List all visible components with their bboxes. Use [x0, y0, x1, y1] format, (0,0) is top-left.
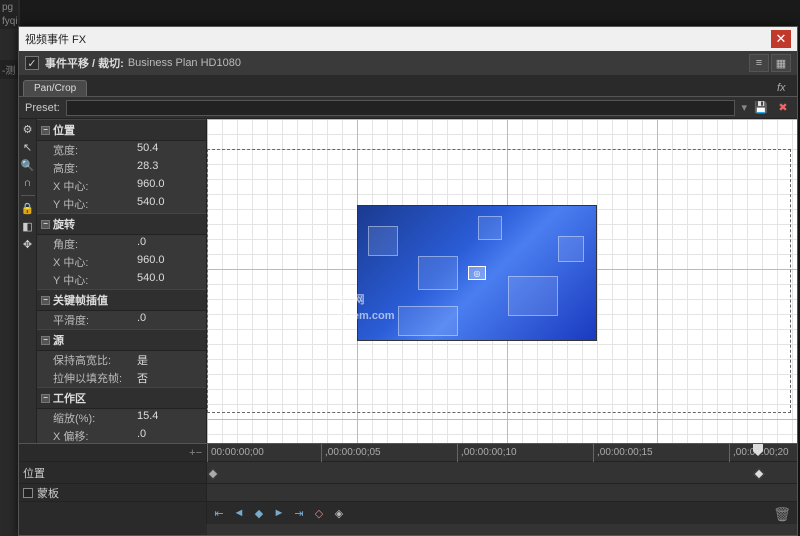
prop-stretch-fill[interactable]: 拉伸以填充帧:否 — [37, 369, 206, 387]
prop-y-center[interactable]: Y 中心:540.0 — [37, 195, 206, 213]
mask-checkbox[interactable] — [23, 488, 33, 498]
section-keyframe[interactable]: −关键帧插值 — [37, 289, 206, 311]
keyframe-icon[interactable] — [207, 469, 218, 480]
prop-width[interactable]: 宽度:50.4 — [37, 141, 206, 159]
video-event-fx-dialog: 视频事件 FX ✕ ✓ 事件平移 / 裁切: Business Plan HD1… — [18, 26, 798, 536]
close-button[interactable]: ✕ — [771, 30, 791, 48]
bg-file: fyqi — [0, 14, 18, 29]
timeline-ruler[interactable]: + − 00:00:00;00 ,00:00:00;05 ,00:00:00;1… — [19, 444, 797, 462]
tab-pan-crop[interactable]: Pan/Crop — [23, 80, 87, 96]
fx-chain-bar: ✓ 事件平移 / 裁切: Business Plan HD1080 ≡ ▦ — [19, 51, 797, 75]
bg-file: -测 — [0, 60, 18, 79]
track-body[interactable] — [207, 484, 797, 501]
prop-angle[interactable]: 角度:.0 — [37, 235, 206, 253]
timeline-scrollbar[interactable] — [19, 524, 797, 535]
main-area: ⚙ ↖ 🔍 ∩ 🔒 ◧ ✥ −位置 宽度:50.4 高度:28.3 X 中心:9… — [19, 119, 797, 443]
delete-preset-icon[interactable]: ✖ — [775, 100, 791, 116]
prop-x-center[interactable]: X 中心:960.0 — [37, 177, 206, 195]
last-keyframe-icon[interactable]: ⇥ — [291, 505, 307, 521]
fx-bypass-checkbox[interactable]: ✓ — [25, 56, 39, 70]
prop-keep-aspect[interactable]: 保持高宽比:是 — [37, 351, 206, 369]
track-header-position[interactable]: 位置 — [19, 462, 207, 483]
tick: ,00:00:00;05 — [321, 444, 381, 464]
settings-icon[interactable]: ⚙ — [20, 121, 36, 137]
add-keyframe-icon[interactable]: ◆ — [251, 505, 267, 521]
prev-keyframe-icon[interactable]: ◄ — [231, 505, 247, 521]
fx-chain-icon[interactable]: fx — [777, 82, 793, 96]
grid-view-icon[interactable]: ▦ — [771, 54, 791, 72]
save-preset-icon[interactable]: 💾 — [753, 100, 769, 116]
ruler-ticks[interactable]: 00:00:00;00 ,00:00:00;05 ,00:00:00;10 ,0… — [207, 444, 797, 461]
prop-x-offset[interactable]: X 偏移:.0 — [37, 427, 206, 443]
keyframe-timeline: + − 00:00:00;00 ,00:00:00;05 ,00:00:00;1… — [19, 443, 797, 535]
size-about-center-icon[interactable]: ◧ — [20, 218, 36, 234]
bg-file: pg — [0, 0, 18, 15]
prop-zoom[interactable]: 缩放(%):15.4 — [37, 409, 206, 427]
magnify-tool-icon[interactable]: 🔍 — [20, 157, 36, 173]
timeline-controls: ⇤ ◄ ◆ ► ⇥ ◇ ◈ — [19, 502, 797, 524]
tab-bar: Pan/Crop fx — [19, 75, 797, 97]
lock-aspect-icon[interactable]: 🔒 — [20, 200, 36, 216]
preset-bar: Preset: ▾ 💾 ✖ — [19, 97, 797, 119]
tick: ,00:00:00;15 — [593, 444, 653, 464]
keyframe-icon[interactable] — [753, 469, 764, 480]
tick: 00:00:00;00 — [207, 444, 264, 464]
track-position: 位置 — [19, 462, 797, 484]
tool-strip: ⚙ ↖ 🔍 ∩ 🔒 ◧ ✥ — [19, 119, 37, 443]
window-title: 视频事件 FX — [25, 31, 771, 47]
pointer-tool-icon[interactable]: ↖ — [20, 139, 36, 155]
background-app — [0, 0, 20, 536]
preset-label: Preset: — [25, 102, 60, 114]
section-rotation[interactable]: −旋转 — [37, 213, 206, 235]
delete-keyframe-icon[interactable]: ◇ — [311, 505, 327, 521]
section-source[interactable]: −源 — [37, 329, 206, 351]
fx-name: 事件平移 / 裁切: — [45, 55, 124, 71]
clip-name: Business Plan HD1080 — [128, 57, 241, 69]
zoom-out-icon[interactable]: − — [196, 447, 202, 459]
titlebar[interactable]: 视频事件 FX ✕ — [19, 27, 797, 51]
track-body[interactable] — [207, 462, 797, 483]
separator — [21, 195, 35, 196]
prop-smoothness[interactable]: 平滑度:.0 — [37, 311, 206, 329]
section-position[interactable]: −位置 — [37, 119, 206, 141]
track-header-mask[interactable]: 蒙板 — [19, 484, 207, 501]
prop-rot-x[interactable]: X 中心:960.0 — [37, 253, 206, 271]
track-mask: 蒙板 — [19, 484, 797, 502]
tick: ,00:00:00;10 — [457, 444, 517, 464]
list-view-icon[interactable]: ≡ — [749, 54, 769, 72]
preset-select[interactable] — [66, 100, 736, 116]
next-keyframe-icon[interactable]: ► — [271, 505, 287, 521]
sync-cursor-icon[interactable]: ◈ — [331, 505, 347, 521]
pan-crop-canvas[interactable]: ◎ X / 网ystem.com — [207, 119, 797, 443]
section-workspace[interactable]: −工作区 — [37, 387, 206, 409]
video-preview[interactable]: ◎ — [357, 205, 597, 341]
prop-rot-y[interactable]: Y 中心:540.0 — [37, 271, 206, 289]
first-keyframe-icon[interactable]: ⇤ — [211, 505, 227, 521]
trash-icon[interactable]: 🗑 — [773, 506, 791, 523]
center-handle-icon[interactable]: ◎ — [468, 266, 486, 280]
properties-panel: −位置 宽度:50.4 高度:28.3 X 中心:960.0 Y 中心:540.… — [37, 119, 207, 443]
move-freely-icon[interactable]: ✥ — [20, 236, 36, 252]
snap-icon[interactable]: ∩ — [20, 175, 36, 191]
prop-height[interactable]: 高度:28.3 — [37, 159, 206, 177]
